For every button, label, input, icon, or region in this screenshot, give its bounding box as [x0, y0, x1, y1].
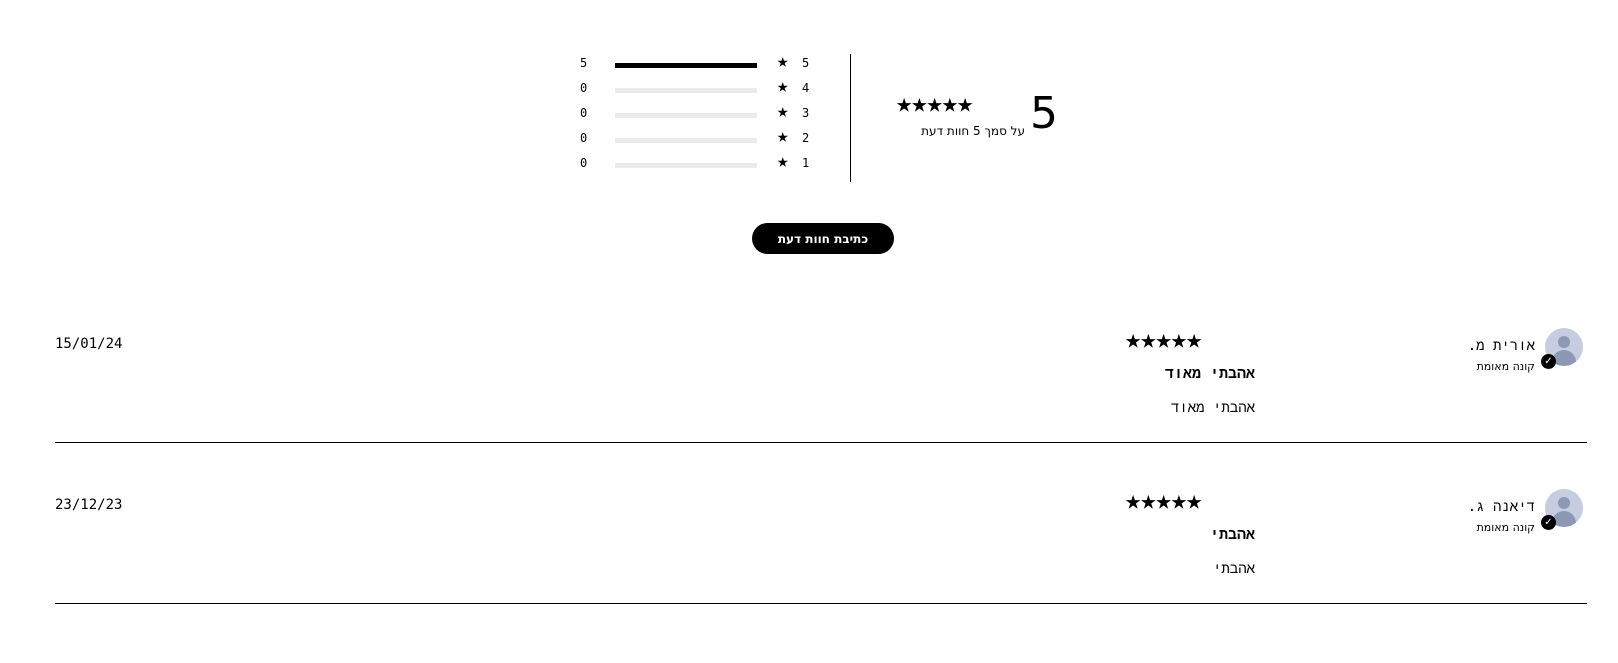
average-rating-stars-icon: ★★★★★	[896, 88, 973, 119]
review-rating-stars-icon: ★★★★★	[1125, 324, 1202, 355]
review-body: אהבתי מאוד	[1170, 400, 1255, 416]
verified-check-icon: ✓	[1541, 354, 1556, 369]
review-author-name: דיאנה ג.	[1467, 499, 1535, 515]
reviews-summary: 5 ★ 5 0 ★ 4 0 ★ 3 0 ★ 2 0 ★ 1 ★★★★★ 5 על…	[0, 0, 1618, 254]
histogram-count: 0	[580, 131, 588, 145]
review-rating-stars-icon: ★★★★★	[1125, 485, 1202, 516]
star-icon: ★	[777, 125, 789, 147]
rating-histogram: 5 ★ 5 0 ★ 4 0 ★ 3 0 ★ 2 0 ★ 1	[580, 50, 820, 179]
histogram-bar-track	[615, 163, 757, 168]
review-date: 23/12/23	[55, 497, 123, 513]
histogram-count: 0	[580, 106, 588, 120]
histogram-level: 4	[802, 81, 810, 95]
histogram-level: 5	[802, 56, 810, 70]
histogram-bar-track	[615, 113, 757, 118]
verified-buyer-badge: קונה מאומת	[1476, 521, 1535, 534]
review-date: 15/01/24	[55, 336, 123, 352]
review-item: 15/01/24 ★★★★★ אהבתי מאוד אהבתי מאוד אור…	[55, 326, 1587, 502]
histogram-bar-fill	[615, 63, 757, 68]
review-body: אהבתי	[1212, 561, 1255, 577]
review-title: אהבתי מאוד	[1164, 364, 1255, 382]
review-divider	[55, 442, 1587, 443]
histogram-level: 2	[802, 131, 810, 145]
histogram-count: 0	[580, 81, 588, 95]
review-divider	[55, 603, 1587, 604]
histogram-count: 5	[580, 56, 588, 70]
review-author-name: אורית מ.	[1467, 338, 1535, 354]
histogram-row-1[interactable]: 0 ★ 1	[580, 150, 820, 179]
histogram-bar-track	[615, 63, 757, 68]
write-review-button[interactable]: כתיבת חוות דעת	[752, 223, 894, 254]
star-icon: ★	[777, 50, 789, 72]
verified-buyer-badge: קונה מאומת	[1476, 360, 1535, 373]
histogram-level: 1	[802, 156, 810, 170]
summary-divider	[850, 54, 851, 182]
star-icon: ★	[777, 150, 789, 172]
histogram-level: 3	[802, 106, 810, 120]
histogram-count: 0	[580, 156, 588, 170]
star-icon: ★	[777, 75, 789, 97]
reviews-count-caption: על סמך 5 חוות דעת	[921, 124, 1025, 138]
histogram-bar-track	[615, 88, 757, 93]
average-rating-value: 5	[1030, 88, 1058, 139]
star-icon: ★	[777, 100, 789, 122]
verified-check-icon: ✓	[1541, 515, 1556, 530]
review-item: 23/12/23 ★★★★★ אהבתי אהבתי דיאנה ג. קונה…	[55, 487, 1587, 663]
histogram-bar-track	[615, 138, 757, 143]
review-title: אהבתי	[1209, 525, 1255, 543]
